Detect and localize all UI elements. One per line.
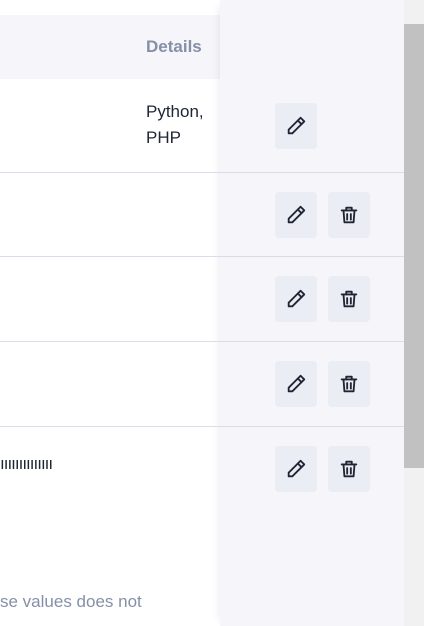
table-main-area: Details Python, PHP ıııııııııııııı se va… xyxy=(0,0,220,626)
edit-button-row-5[interactable] xyxy=(275,446,317,492)
trash-icon xyxy=(340,460,358,478)
scrollbar-thumb[interactable] xyxy=(404,24,424,468)
delete-button-row-4[interactable] xyxy=(328,361,370,407)
edit-button-row-1[interactable] xyxy=(275,103,317,149)
row-divider xyxy=(0,341,404,342)
footer-note: se values does not xyxy=(0,592,142,611)
column-header-details: Details xyxy=(146,37,202,56)
pencil-icon xyxy=(287,289,306,308)
row-divider xyxy=(0,426,404,427)
delete-button-row-2[interactable] xyxy=(328,192,370,238)
pencil-icon xyxy=(287,459,306,478)
trash-icon xyxy=(340,206,358,224)
details-cell-row-1: Python, PHP xyxy=(146,102,204,147)
trash-icon xyxy=(340,290,358,308)
trash-icon xyxy=(340,375,358,393)
pencil-icon xyxy=(287,116,306,135)
edit-button-row-2[interactable] xyxy=(275,192,317,238)
pencil-icon xyxy=(287,374,306,393)
row-divider xyxy=(0,172,404,173)
pencil-icon xyxy=(287,205,306,224)
row-divider xyxy=(0,256,404,257)
edit-button-row-3[interactable] xyxy=(275,276,317,322)
cell-text-row-5: ıııııııııııııı xyxy=(0,454,53,473)
delete-button-row-3[interactable] xyxy=(328,276,370,322)
delete-button-row-5[interactable] xyxy=(328,446,370,492)
edit-button-row-4[interactable] xyxy=(275,361,317,407)
